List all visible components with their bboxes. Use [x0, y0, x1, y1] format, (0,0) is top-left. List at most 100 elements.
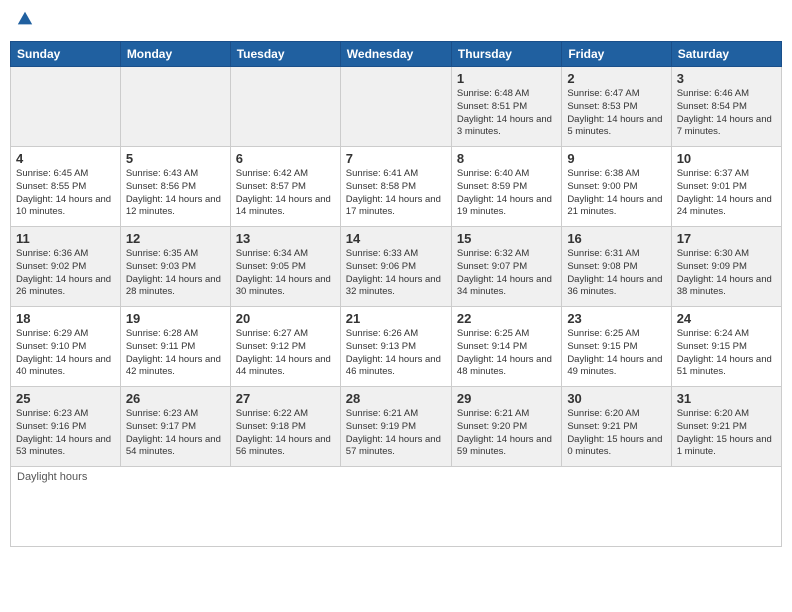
- cell-info: Sunrise: 6:28 AMSunset: 9:11 PMDaylight:…: [126, 328, 225, 379]
- col-header-sunday: Sunday: [11, 42, 121, 67]
- calendar-cell: 28 Sunrise: 6:21 AMSunset: 9:19 PMDayligh…: [340, 387, 451, 467]
- calendar-cell: 16 Sunrise: 6:31 AMSunset: 9:08 PMDayligh…: [562, 227, 671, 307]
- logo-wordmark: [14, 10, 34, 33]
- calendar-cell: 26 Sunrise: 6:23 AMSunset: 9:17 PMDayligh…: [120, 387, 230, 467]
- calendar-week-row: 25Sunrise: 6:23 AMSunset: 9:16 PMDayligh…: [11, 387, 782, 467]
- cell-info: Sunrise: 6:46 AMSunset: 8:54 PMDaylight:…: [677, 88, 776, 139]
- calendar-week-row: 1 Sunrise: 6:48 AMSunset: 8:51 PMDaylight…: [11, 67, 782, 147]
- day-number: 26: [126, 391, 225, 406]
- calendar-cell: [120, 67, 230, 147]
- day-number: 11: [16, 231, 115, 246]
- footnote: Daylight hours: [11, 467, 782, 547]
- calendar-cell: 12 Sunrise: 6:35 AMSunset: 9:03 PMDayligh…: [120, 227, 230, 307]
- calendar-cell: 25Sunrise: 6:23 AMSunset: 9:16 PMDayligh…: [11, 387, 121, 467]
- calendar-cell: 27 Sunrise: 6:22 AMSunset: 9:18 PMDayligh…: [230, 387, 340, 467]
- col-header-monday: Monday: [120, 42, 230, 67]
- col-header-friday: Friday: [562, 42, 671, 67]
- day-number: 20: [236, 311, 335, 326]
- cell-info: Sunrise: 6:48 AMSunset: 8:51 PMDaylight:…: [457, 88, 556, 139]
- page-header: [10, 10, 782, 33]
- day-number: 21: [346, 311, 446, 326]
- col-header-thursday: Thursday: [451, 42, 561, 67]
- day-number: 19: [126, 311, 225, 326]
- calendar-week-row: 11Sunrise: 6:36 AMSunset: 9:02 PMDayligh…: [11, 227, 782, 307]
- calendar-cell: 10Sunrise: 6:37 AMSunset: 9:01 PMDayligh…: [671, 147, 781, 227]
- calendar-cell: 8 Sunrise: 6:40 AMSunset: 8:59 PMDaylight…: [451, 147, 561, 227]
- cell-info: Sunrise: 6:40 AMSunset: 8:59 PMDaylight:…: [457, 168, 556, 219]
- day-number: 4: [16, 151, 115, 166]
- day-number: 9: [567, 151, 665, 166]
- day-number: 25: [16, 391, 115, 406]
- calendar-cell: 2 Sunrise: 6:47 AMSunset: 8:53 PMDaylight…: [562, 67, 671, 147]
- logo: [14, 10, 34, 33]
- day-number: 27: [236, 391, 335, 406]
- calendar-cell: 3 Sunrise: 6:46 AMSunset: 8:54 PMDaylight…: [671, 67, 781, 147]
- calendar-week-row: 18Sunrise: 6:29 AMSunset: 9:10 PMDayligh…: [11, 307, 782, 387]
- calendar-cell: 1 Sunrise: 6:48 AMSunset: 8:51 PMDaylight…: [451, 67, 561, 147]
- day-number: 6: [236, 151, 335, 166]
- cell-info: Sunrise: 6:22 AMSunset: 9:18 PMDaylight:…: [236, 408, 335, 459]
- calendar-cell: 30Sunrise: 6:20 AMSunset: 9:21 PMDayligh…: [562, 387, 671, 467]
- calendar-cell: 6 Sunrise: 6:42 AMSunset: 8:57 PMDaylight…: [230, 147, 340, 227]
- calendar-cell: 13Sunrise: 6:34 AMSunset: 9:05 PMDayligh…: [230, 227, 340, 307]
- calendar-cell: 5Sunrise: 6:43 AMSunset: 8:56 PMDaylight…: [120, 147, 230, 227]
- day-number: 28: [346, 391, 446, 406]
- day-number: 1: [457, 71, 556, 86]
- calendar-cell: 9Sunrise: 6:38 AMSunset: 9:00 PMDaylight…: [562, 147, 671, 227]
- cell-info: Sunrise: 6:20 AMSunset: 9:21 PMDaylight:…: [677, 408, 776, 459]
- day-number: 22: [457, 311, 556, 326]
- day-number: 17: [677, 231, 776, 246]
- cell-info: Sunrise: 6:26 AMSunset: 9:13 PMDaylight:…: [346, 328, 446, 379]
- day-number: 24: [677, 311, 776, 326]
- calendar-cell: 18Sunrise: 6:29 AMSunset: 9:10 PMDayligh…: [11, 307, 121, 387]
- day-number: 15: [457, 231, 556, 246]
- cell-info: Sunrise: 6:42 AMSunset: 8:57 PMDaylight:…: [236, 168, 335, 219]
- calendar-cell: 11Sunrise: 6:36 AMSunset: 9:02 PMDayligh…: [11, 227, 121, 307]
- cell-info: Sunrise: 6:34 AMSunset: 9:05 PMDaylight:…: [236, 248, 335, 299]
- cell-info: Sunrise: 6:35 AMSunset: 9:03 PMDaylight:…: [126, 248, 225, 299]
- col-header-wednesday: Wednesday: [340, 42, 451, 67]
- day-number: 8: [457, 151, 556, 166]
- calendar-cell: 15 Sunrise: 6:32 AMSunset: 9:07 PMDayligh…: [451, 227, 561, 307]
- day-number: 31: [677, 391, 776, 406]
- cell-info: Sunrise: 6:32 AMSunset: 9:07 PMDaylight:…: [457, 248, 556, 299]
- cell-info: Sunrise: 6:45 AMSunset: 8:55 PMDaylight:…: [16, 168, 115, 219]
- day-number: 2: [567, 71, 665, 86]
- cell-info: Sunrise: 6:43 AMSunset: 8:56 PMDaylight:…: [126, 168, 225, 219]
- col-header-saturday: Saturday: [671, 42, 781, 67]
- day-number: 23: [567, 311, 665, 326]
- calendar-cell: 29Sunrise: 6:21 AMSunset: 9:20 PMDayligh…: [451, 387, 561, 467]
- calendar-cell: [230, 67, 340, 147]
- cell-info: Sunrise: 6:25 AMSunset: 9:14 PMDaylight:…: [457, 328, 556, 379]
- day-number: 7: [346, 151, 446, 166]
- logo-icon: [16, 10, 34, 28]
- calendar-cell: 7Sunrise: 6:41 AMSunset: 8:58 PMDaylight…: [340, 147, 451, 227]
- day-number: 14: [346, 231, 446, 246]
- cell-info: Sunrise: 6:21 AMSunset: 9:19 PMDaylight:…: [346, 408, 446, 459]
- calendar-cell: 17 Sunrise: 6:30 AMSunset: 9:09 PMDayligh…: [671, 227, 781, 307]
- cell-info: Sunrise: 6:47 AMSunset: 8:53 PMDaylight:…: [567, 88, 665, 139]
- cell-info: Sunrise: 6:31 AMSunset: 9:08 PMDaylight:…: [567, 248, 665, 299]
- calendar-cell: 20 Sunrise: 6:27 AMSunset: 9:12 PMDayligh…: [230, 307, 340, 387]
- day-number: 30: [567, 391, 665, 406]
- cell-info: Sunrise: 6:27 AMSunset: 9:12 PMDaylight:…: [236, 328, 335, 379]
- day-number: 16: [567, 231, 665, 246]
- day-number: 12: [126, 231, 225, 246]
- cell-info: Sunrise: 6:23 AMSunset: 9:17 PMDaylight:…: [126, 408, 225, 459]
- cell-info: Sunrise: 6:30 AMSunset: 9:09 PMDaylight:…: [677, 248, 776, 299]
- calendar-cell: [11, 67, 121, 147]
- calendar-cell: 4 Sunrise: 6:45 AMSunset: 8:55 PMDaylight…: [11, 147, 121, 227]
- calendar-header-row: SundayMondayTuesdayWednesdayThursdayFrid…: [11, 42, 782, 67]
- calendar-cell: 24Sunrise: 6:24 AMSunset: 9:15 PMDayligh…: [671, 307, 781, 387]
- calendar-cell: 31 Sunrise: 6:20 AMSunset: 9:21 PMDayligh…: [671, 387, 781, 467]
- calendar-table: SundayMondayTuesdayWednesdayThursdayFrid…: [10, 41, 782, 547]
- day-number: 10: [677, 151, 776, 166]
- calendar-cell: 23 Sunrise: 6:25 AMSunset: 9:15 PMDayligh…: [562, 307, 671, 387]
- day-number: 3: [677, 71, 776, 86]
- cell-info: Sunrise: 6:25 AMSunset: 9:15 PMDaylight:…: [567, 328, 665, 379]
- calendar-cell: 19 Sunrise: 6:28 AMSunset: 9:11 PMDayligh…: [120, 307, 230, 387]
- cell-info: Sunrise: 6:21 AMSunset: 9:20 PMDaylight:…: [457, 408, 556, 459]
- calendar-cell: 22 Sunrise: 6:25 AMSunset: 9:14 PMDayligh…: [451, 307, 561, 387]
- calendar-cell: 21 Sunrise: 6:26 AMSunset: 9:13 PMDayligh…: [340, 307, 451, 387]
- col-header-tuesday: Tuesday: [230, 42, 340, 67]
